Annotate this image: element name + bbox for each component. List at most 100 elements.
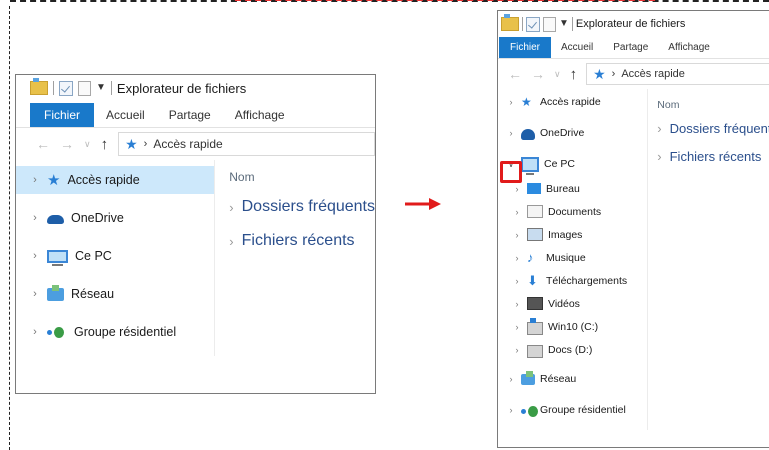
tab-accueil[interactable]: Accueil xyxy=(551,37,603,58)
nav-item-documents[interactable]: › Documents xyxy=(498,202,647,221)
group-recent-files[interactable]: › Fichiers récents xyxy=(657,145,769,167)
recent-locations-icon[interactable]: ∨ xyxy=(554,69,561,80)
explorer-body: › ★ Accès rapide › OneDrive › Ce PC › Ré… xyxy=(16,160,375,356)
cloud-icon xyxy=(521,129,535,140)
explorer-window-after: ▼ Explorateur de fichiers Fichier Accuei… xyxy=(497,10,769,448)
star-icon: ★ xyxy=(521,94,532,109)
properties-icon[interactable] xyxy=(59,80,73,96)
expand-chevron-icon[interactable]: › xyxy=(512,322,522,332)
expand-chevron-icon[interactable]: › xyxy=(506,374,516,384)
desktop-folder-icon xyxy=(527,183,541,194)
nav-item-label: Accès rapide xyxy=(67,173,140,187)
nav-item-onedrive[interactable]: › OneDrive xyxy=(498,122,647,144)
expand-chevron-icon[interactable]: › xyxy=(506,128,516,138)
properties-icon[interactable] xyxy=(526,16,540,32)
tab-partage[interactable]: Partage xyxy=(603,37,658,58)
system-drive-icon xyxy=(527,318,543,335)
ribbon-tabs: Fichier Accueil Partage Affichage xyxy=(498,37,769,59)
group-label: Fichiers récents xyxy=(241,232,355,249)
nav-item-this-pc[interactable]: › Ce PC xyxy=(16,242,214,270)
star-icon: ★ xyxy=(125,135,138,152)
tab-partage[interactable]: Partage xyxy=(157,103,223,127)
customize-toolbar-icon[interactable]: ▼ xyxy=(559,19,569,29)
ribbon-tabs: Fichier Accueil Partage Affichage xyxy=(16,103,375,128)
transition-arrow-icon xyxy=(405,198,441,210)
nav-item-label: Musique xyxy=(546,251,586,264)
pictures-folder-icon xyxy=(527,228,543,241)
content-pane: Nom › Dossiers fréquents › Fichiers réce… xyxy=(214,160,375,356)
nav-item-network[interactable]: › Réseau xyxy=(498,368,647,390)
expand-chevron-icon[interactable]: › xyxy=(30,174,40,186)
computer-icon xyxy=(47,249,68,266)
expand-chevron-icon[interactable]: › xyxy=(30,288,40,300)
star-icon: ★ xyxy=(593,65,606,82)
homegroup-icon xyxy=(521,405,538,417)
expand-chevron-icon[interactable]: › xyxy=(30,250,40,262)
nav-item-label: Images xyxy=(548,228,583,241)
nav-item-label: Réseau xyxy=(540,373,577,385)
nav-item-music[interactable]: › ♪ Musique xyxy=(498,248,647,267)
chevron-right-icon: › xyxy=(229,233,234,249)
network-icon xyxy=(521,370,535,385)
nav-item-quick-access[interactable]: › ★ Accès rapide xyxy=(16,166,215,194)
chevron-right-icon: › xyxy=(657,148,662,164)
expand-chevron-icon[interactable]: › xyxy=(512,230,522,240)
nav-item-homegroup[interactable]: › Groupe résidentiel xyxy=(16,318,214,346)
recent-locations-icon[interactable]: ∨ xyxy=(84,139,91,150)
red-dashed-caption-edge xyxy=(235,0,655,2)
group-recent-files[interactable]: › Fichiers récents xyxy=(229,228,375,254)
nav-item-network[interactable]: › Réseau xyxy=(16,280,214,308)
expand-chevron-icon[interactable]: › xyxy=(30,212,40,224)
expand-chevron-icon[interactable]: › xyxy=(512,253,522,263)
tab-fichier[interactable]: Fichier xyxy=(30,103,95,127)
nav-item-drive-c[interactable]: › Win10 (C:) xyxy=(498,317,647,336)
tab-affichage[interactable]: Affichage xyxy=(223,103,297,127)
nav-item-label: Docs (D:) xyxy=(548,343,593,356)
expand-chevron-icon[interactable]: › xyxy=(506,97,516,107)
address-bar[interactable]: ★ › Accès rapide xyxy=(586,63,769,85)
column-header-name[interactable]: Nom xyxy=(657,89,769,117)
nav-item-onedrive[interactable]: › OneDrive xyxy=(16,204,214,232)
nav-item-label: Accès rapide xyxy=(540,96,601,108)
window-title: Explorateur de fichiers xyxy=(575,18,686,30)
separator xyxy=(110,81,112,95)
back-arrow-icon[interactable]: ← xyxy=(508,66,522,82)
tab-fichier[interactable]: Fichier xyxy=(499,37,552,58)
up-arrow-icon[interactable]: ↑ xyxy=(570,66,578,83)
back-arrow-icon[interactable]: ← xyxy=(36,136,50,152)
highlight-expand-chevron xyxy=(500,161,522,183)
documents-folder-icon xyxy=(527,205,543,218)
expand-chevron-icon[interactable]: › xyxy=(512,345,522,355)
cloud-icon xyxy=(47,215,64,224)
navigation-pane: › ★ Accès rapide › OneDrive ∨ Ce PC › Bu… xyxy=(498,89,647,430)
expand-chevron-icon[interactable]: › xyxy=(506,405,516,415)
address-text: Accès rapide xyxy=(153,137,223,151)
expand-chevron-icon[interactable]: › xyxy=(30,326,40,338)
nav-item-label: Groupe résidentiel xyxy=(74,325,177,339)
nav-item-downloads[interactable]: › ⬇ Téléchargements xyxy=(498,271,647,290)
address-text: Accès rapide xyxy=(621,68,685,80)
tab-accueil[interactable]: Accueil xyxy=(94,103,157,127)
address-bar[interactable]: ★ › Accès rapide xyxy=(118,132,375,156)
up-arrow-icon[interactable]: ↑ xyxy=(101,136,109,153)
column-header-name[interactable]: Nom xyxy=(229,160,375,194)
expand-chevron-icon[interactable]: › xyxy=(512,184,522,194)
expand-chevron-icon[interactable]: › xyxy=(512,276,522,286)
nav-item-drive-d[interactable]: › Docs (D:) xyxy=(498,340,647,359)
nav-item-homegroup[interactable]: › Groupe résidentiel xyxy=(498,399,647,421)
new-folder-icon[interactable] xyxy=(543,16,556,32)
forward-arrow-icon[interactable]: → xyxy=(531,66,545,82)
customize-toolbar-icon[interactable]: ▼ xyxy=(96,83,106,93)
forward-arrow-icon[interactable]: → xyxy=(60,136,74,152)
expand-chevron-icon[interactable]: › xyxy=(512,207,522,217)
group-frequent-folders[interactable]: › Dossiers fréquents xyxy=(229,194,375,220)
nav-item-quick-access[interactable]: › ★ Accès rapide xyxy=(498,91,647,113)
nav-item-pictures[interactable]: › Images xyxy=(498,225,647,244)
group-frequent-folders[interactable]: › Dossiers fréquents xyxy=(657,117,769,139)
folder-icon xyxy=(30,78,48,95)
tab-affichage[interactable]: Affichage xyxy=(658,37,720,58)
expand-chevron-icon[interactable]: › xyxy=(512,299,522,309)
downloads-folder-icon: ⬇ xyxy=(527,273,538,288)
nav-item-videos[interactable]: › Vidéos xyxy=(498,294,647,313)
new-folder-icon[interactable] xyxy=(78,80,91,96)
